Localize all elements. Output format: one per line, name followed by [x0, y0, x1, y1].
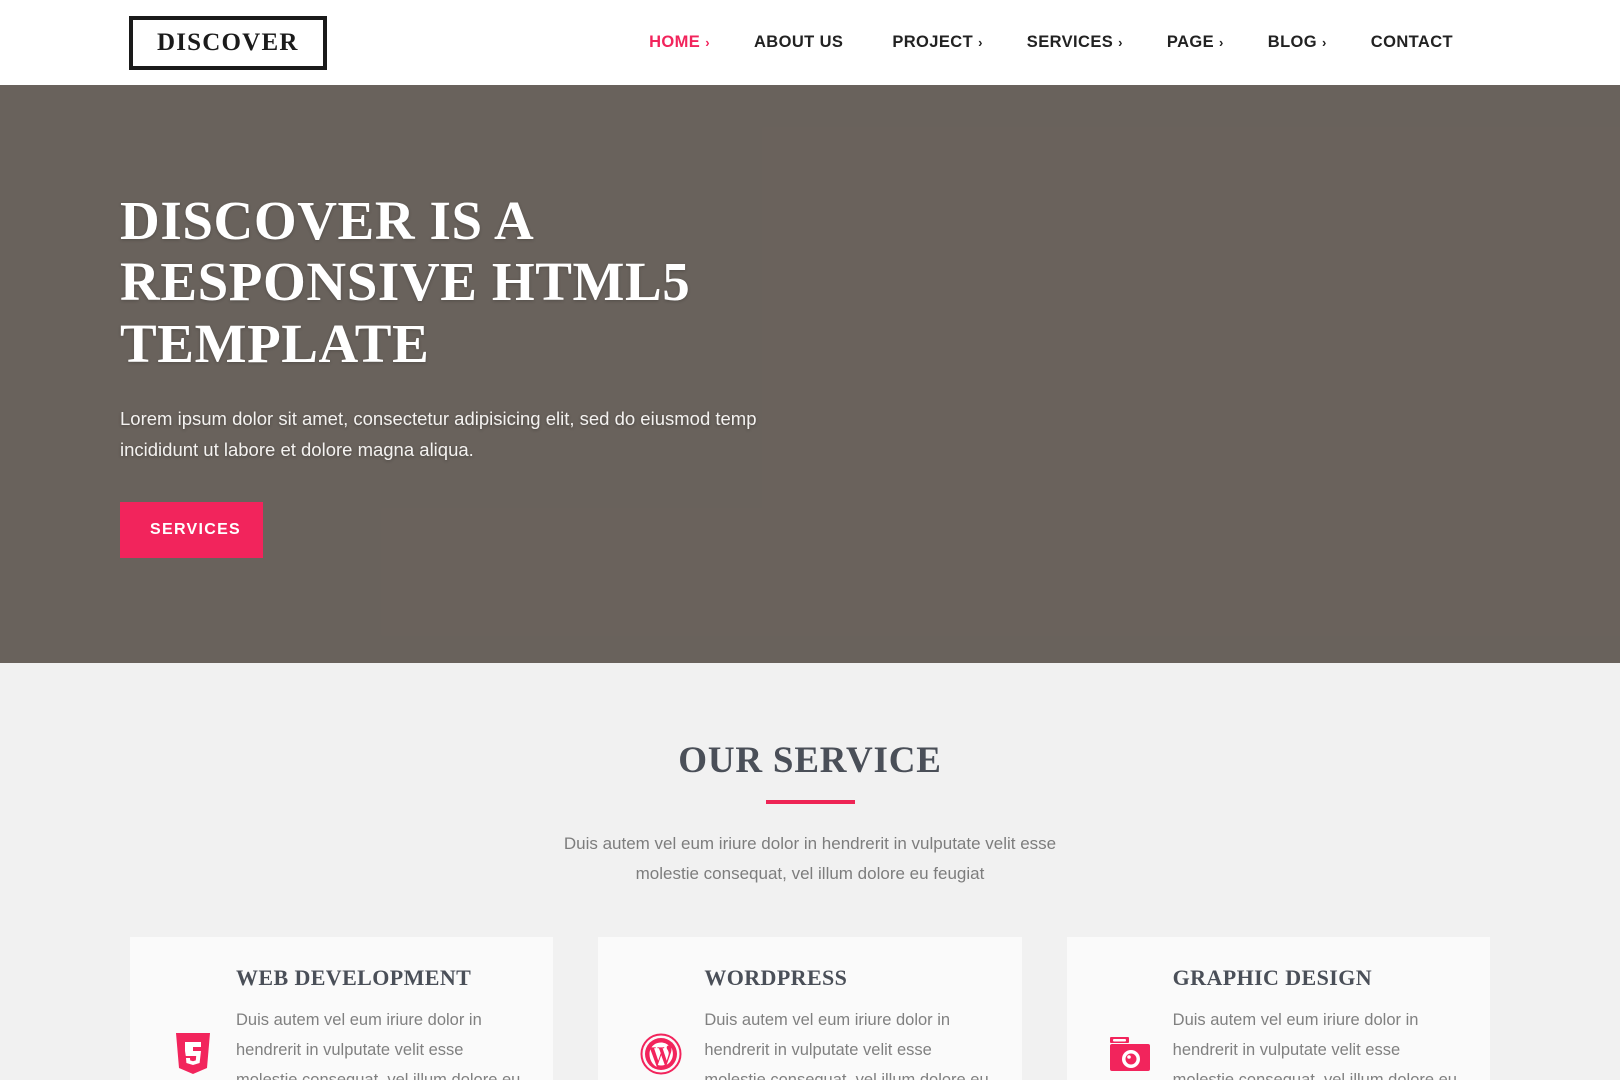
- wordpress-icon: [638, 1031, 684, 1077]
- hero-subtitle: Lorem ipsum dolor sit amet, consectetur …: [120, 407, 757, 461]
- service-card-title: WEB DEVELOPMENT: [236, 964, 472, 990]
- nav-item-page[interactable]: PAGE ›: [1145, 33, 1246, 52]
- site-header: DISCOVER HOME › ABOUT US PROJECT › SERVI…: [0, 0, 1620, 85]
- our-service-section: OUR SERVICE Duis autem vel eum iriure do…: [0, 663, 1620, 1080]
- service-card-text: Duis autem vel eum iriure dolor in hendr…: [704, 1010, 989, 1080]
- section-title: OUR SERVICE: [678, 740, 942, 781]
- nav-item-label: PAGE: [1166, 33, 1215, 51]
- service-card-title: GRAPHIC DESIGN: [1172, 964, 1373, 990]
- nav-item-label: ABOUT US: [753, 33, 844, 51]
- section-divider: [765, 800, 855, 804]
- chevron-right-icon: ›: [705, 35, 710, 50]
- services-cta-button[interactable]: SERVICES: [120, 502, 263, 559]
- main-navigation: HOME › ABOUT US PROJECT › SERVICES › PAG…: [627, 33, 1480, 52]
- nav-item-label: HOME: [649, 33, 701, 51]
- nav-item-label: BLOG: [1267, 33, 1318, 51]
- service-card-text: Duis autem vel eum iriure dolor in hendr…: [236, 1010, 521, 1080]
- nav-item-about-us[interactable]: ABOUT US: [732, 33, 870, 52]
- chevron-right-icon: ›: [1118, 35, 1123, 50]
- nav-item-label: CONTACT: [1370, 33, 1453, 51]
- html5-icon: [170, 1031, 216, 1077]
- nav-item-label: SERVICES: [1026, 33, 1114, 51]
- section-subtitle: Duis autem vel eum iriure dolor in hendr…: [563, 834, 1057, 883]
- service-card[interactable]: WEB DEVELOPMENT Duis autem vel eum iriur…: [130, 936, 554, 1080]
- hero-banner: DISCOVER IS A RESPONSIVE HTML5 TEMPLATE …: [0, 85, 1620, 663]
- logo[interactable]: DISCOVER: [129, 15, 327, 70]
- chevron-right-icon: ›: [1322, 35, 1327, 50]
- hero-content: DISCOVER IS A RESPONSIVE HTML5 TEMPLATE …: [0, 85, 1620, 663]
- nav-item-contact[interactable]: CONTACT: [1349, 33, 1480, 52]
- chevron-right-icon: ›: [978, 35, 983, 50]
- nav-item-label: PROJECT: [892, 33, 974, 51]
- service-card[interactable]: WORDPRESS Duis autem vel eum iriure dolo…: [598, 936, 1022, 1080]
- nav-item-project[interactable]: PROJECT ›: [870, 33, 1004, 52]
- hero-title: DISCOVER IS A RESPONSIVE HTML5 TEMPLATE: [120, 189, 691, 374]
- service-card-text: Duis autem vel eum iriure dolor in hendr…: [1172, 1010, 1457, 1080]
- service-cards-row: WEB DEVELOPMENT Duis autem vel eum iriur…: [0, 936, 1620, 1080]
- service-card-title: WORDPRESS: [704, 964, 848, 990]
- section-header: OUR SERVICE Duis autem vel eum iriure do…: [0, 739, 1620, 889]
- service-card[interactable]: GRAPHIC DESIGN Duis autem vel eum iriure…: [1066, 936, 1490, 1080]
- chevron-right-icon: ›: [1219, 35, 1224, 50]
- nav-item-blog[interactable]: BLOG ›: [1246, 33, 1349, 52]
- camera-icon: [1107, 1031, 1153, 1077]
- logo-text: DISCOVER: [157, 28, 299, 56]
- nav-item-services[interactable]: SERVICES ›: [1005, 33, 1145, 52]
- nav-item-home[interactable]: HOME ›: [627, 33, 732, 52]
